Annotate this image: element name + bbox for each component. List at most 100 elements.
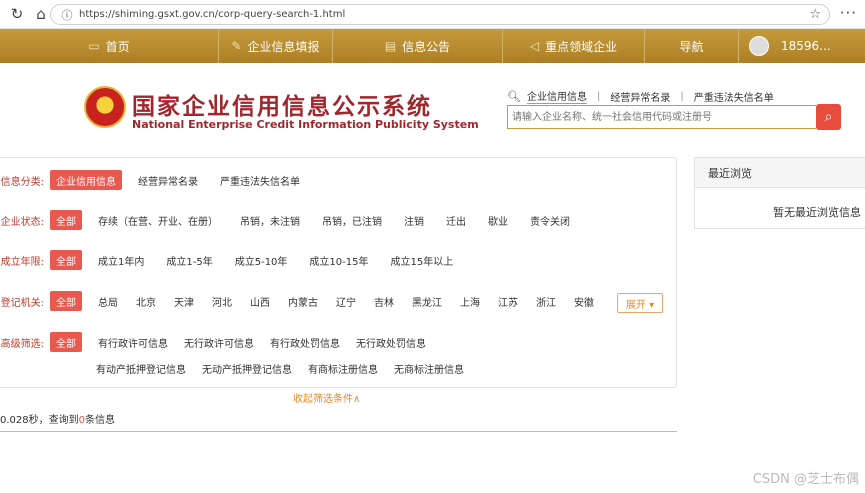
filter-option[interactable]: 迁出 bbox=[440, 210, 472, 230]
nav-enterprise-report-label: 企业信息填报 bbox=[247, 39, 320, 54]
filter-label-age: 成立年限: bbox=[0, 256, 44, 268]
filter-option[interactable]: 无动产抵押登记信息 bbox=[196, 358, 298, 378]
filter-option[interactable]: 成立10-15年 bbox=[303, 250, 374, 270]
filter-option[interactable]: 经营异常名录 bbox=[132, 170, 204, 190]
filter-option[interactable]: 浙江 bbox=[530, 291, 562, 311]
filter-option[interactable]: 全部 bbox=[50, 332, 82, 352]
result-suffix: 条信息 bbox=[85, 415, 116, 426]
filter-row-age: 成立年限: 全部 成立1年内 成立1-5年 成立5-10年 成立10-15年 成… bbox=[0, 250, 469, 270]
filter-option[interactable]: 有行政许可信息 bbox=[92, 332, 174, 352]
filter-option[interactable]: 黑龙江 bbox=[406, 291, 448, 311]
filter-option[interactable]: 吊销，已注销 bbox=[316, 210, 388, 230]
search-icon: ⌕ bbox=[824, 109, 833, 125]
filter-option[interactable]: 注销 bbox=[398, 210, 430, 230]
filter-option[interactable]: 有商标注册信息 bbox=[302, 358, 384, 378]
filter-label-category: 信息分类: bbox=[0, 176, 44, 188]
address-bar[interactable]: ⓘ https://shiming.gsxt.gov.cn/corp-query… bbox=[50, 4, 830, 25]
filter-option[interactable]: 安徽 bbox=[568, 291, 600, 311]
filter-label-advanced: 高级筛选: bbox=[0, 338, 44, 350]
search-tabs: 🔍︎ 企业信用信息 | 经营异常名录 | 严重违法失信名单 bbox=[507, 88, 774, 104]
filter-row-status: 企业状态: 全部 存续（在营、开业、在册） 吊销，未注销 吊销，已注销 注销 迁… bbox=[0, 210, 586, 230]
tab-abnormal-list[interactable]: 经营异常名录 bbox=[610, 89, 670, 104]
filter-option[interactable]: 成立5-10年 bbox=[229, 250, 294, 270]
avatar bbox=[749, 36, 769, 56]
filter-row-category: 信息分类: 企业信用信息 经营异常名录 严重违法失信名单 bbox=[0, 170, 316, 190]
nav-key-fields-label: 重点领域企业 bbox=[545, 39, 618, 54]
monitor-icon: ▭ bbox=[88, 39, 100, 53]
filter-option[interactable]: 严重违法失信名单 bbox=[214, 170, 306, 190]
nav-announcements-label: 信息公告 bbox=[402, 39, 451, 54]
filter-option[interactable]: 有动产抵押登记信息 bbox=[90, 358, 192, 378]
filter-option[interactable]: 有行政处罚信息 bbox=[264, 332, 346, 352]
filter-label-authority: 登记机关: bbox=[0, 297, 44, 309]
recent-browsing-empty: 暂无最近浏览信息 bbox=[773, 206, 861, 219]
site-header: 国家企业信用信息公示系统 National Enterprise Credit … bbox=[0, 63, 865, 150]
filter-option[interactable]: 吉林 bbox=[368, 291, 400, 311]
filter-label-status: 企业状态: bbox=[0, 216, 44, 228]
filter-option[interactable]: 上海 bbox=[454, 291, 486, 311]
search-input[interactable] bbox=[507, 105, 816, 129]
reload-icon[interactable]: ↻ bbox=[6, 3, 28, 25]
watermark: CSDN @芝士布偶 bbox=[752, 472, 859, 487]
result-summary: 0.028秒，查询到0条信息 bbox=[0, 411, 115, 426]
document-icon: ▤ bbox=[384, 39, 397, 53]
recent-browsing-title: 最近浏览 bbox=[695, 158, 865, 188]
filter-option[interactable]: 全部 bbox=[50, 250, 82, 270]
site-title: 国家企业信用信息公示系统 bbox=[132, 94, 432, 120]
filter-option[interactable]: 企业信用信息 bbox=[50, 170, 122, 190]
filter-option[interactable]: 江苏 bbox=[492, 291, 524, 311]
browser-toolbar: ↻ ⌂ ⓘ https://shiming.gsxt.gov.cn/corp-q… bbox=[0, 0, 865, 29]
search-button[interactable]: ⌕ bbox=[816, 104, 841, 130]
user-name: 18596... bbox=[781, 39, 831, 53]
top-navigation: ▭ 首页 ✎ 企业信息填报 ▤ 信息公告 ◁ 重点领域企业 导航 18596..… bbox=[0, 29, 865, 63]
filter-option[interactable]: 成立1-5年 bbox=[160, 250, 218, 270]
expand-button[interactable]: 展开 ▾ bbox=[617, 293, 663, 313]
filter-option[interactable]: 辽宁 bbox=[330, 291, 362, 311]
filter-option[interactable]: 歇业 bbox=[482, 210, 514, 230]
filter-option[interactable]: 成立1年内 bbox=[92, 250, 150, 270]
filter-option[interactable]: 内蒙古 bbox=[282, 291, 324, 311]
user-account[interactable]: 18596... bbox=[739, 36, 831, 56]
nav-guide-label: 导航 bbox=[679, 39, 704, 54]
filter-option[interactable]: 无商标注册信息 bbox=[388, 358, 470, 378]
edit-icon: ✎ bbox=[231, 39, 242, 53]
filter-option[interactable]: 河北 bbox=[206, 291, 238, 311]
filter-option[interactable]: 天津 bbox=[168, 291, 200, 311]
tab-credit-info[interactable]: 企业信用信息 bbox=[526, 88, 587, 104]
nav-announcements[interactable]: ▤ 信息公告 bbox=[333, 29, 503, 63]
filter-option[interactable]: 无行政许可信息 bbox=[178, 332, 260, 352]
url-text: https://shiming.gsxt.gov.cn/corp-query-s… bbox=[79, 9, 346, 20]
recent-browsing-panel: 最近浏览 暂无最近浏览信息 bbox=[694, 157, 865, 229]
collapse-filters-link[interactable]: 收起筛选条件∧ bbox=[293, 390, 360, 405]
megaphone-icon: ◁ bbox=[529, 39, 540, 53]
filter-panel bbox=[0, 157, 677, 388]
tab-dishonest-list[interactable]: 严重违法失信名单 bbox=[694, 89, 774, 104]
filter-option[interactable]: 全部 bbox=[50, 210, 82, 230]
nav-key-fields[interactable]: ◁ 重点领域企业 bbox=[503, 29, 645, 63]
filter-option[interactable]: 全部 bbox=[50, 291, 82, 311]
bookmark-star-icon[interactable]: ☆ bbox=[809, 7, 821, 22]
filter-row-advanced-2: 有动产抵押登记信息 无动产抵押登记信息 有商标注册信息 无商标注册信息 bbox=[90, 358, 474, 378]
filter-option[interactable]: 总局 bbox=[92, 291, 124, 311]
site-subtitle: National Enterprise Credit Information P… bbox=[132, 118, 479, 131]
filter-option[interactable]: 存续（在营、开业、在册） bbox=[92, 210, 224, 230]
tab-separator: | bbox=[596, 90, 601, 102]
filter-row-authority: 登记机关: 全部 总局 北京 天津 河北 山西 内蒙古 辽宁 吉林 黑龙江 上海… bbox=[0, 291, 606, 311]
filter-option[interactable]: 责令关闭 bbox=[524, 210, 576, 230]
filter-option[interactable]: 无行政处罚信息 bbox=[350, 332, 432, 352]
home-icon[interactable]: ⌂ bbox=[30, 3, 52, 25]
filter-option[interactable]: 山西 bbox=[244, 291, 276, 311]
nav-home[interactable]: ▭ 首页 bbox=[0, 29, 219, 63]
more-menu-icon[interactable]: ··· bbox=[840, 4, 857, 22]
search-icon: 🔍︎ bbox=[507, 89, 521, 103]
filter-option[interactable]: 成立15年以上 bbox=[384, 250, 459, 270]
national-emblem-icon bbox=[84, 86, 126, 128]
filter-option[interactable]: 北京 bbox=[130, 291, 162, 311]
filter-row-advanced: 高级筛选: 全部 有行政许可信息 无行政许可信息 有行政处罚信息 无行政处罚信息 bbox=[0, 332, 436, 352]
nav-guide[interactable]: 导航 bbox=[645, 29, 739, 63]
site-info-icon[interactable]: ⓘ bbox=[57, 7, 77, 23]
nav-enterprise-report[interactable]: ✎ 企业信息填报 bbox=[219, 29, 333, 63]
nav-home-label: 首页 bbox=[105, 39, 130, 54]
result-prefix: 0.028秒，查询到 bbox=[0, 415, 79, 426]
filter-option[interactable]: 吊销，未注销 bbox=[234, 210, 306, 230]
